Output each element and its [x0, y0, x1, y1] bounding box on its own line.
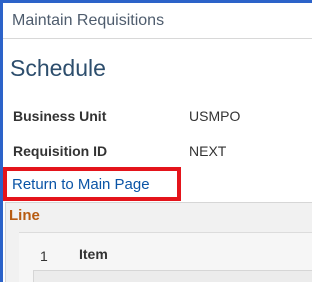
business-unit-value: USMPO [189, 108, 241, 124]
requisition-id-value: NEXT [189, 143, 227, 159]
item-column-header: Item [79, 246, 108, 262]
line-section-title: Line [9, 207, 40, 224]
line-grid-row [33, 270, 312, 282]
line-row-number: 1 [40, 248, 48, 264]
requisition-id-label: Requisition ID [13, 143, 108, 159]
return-to-main-page-link[interactable]: Return to Main Page [12, 176, 150, 193]
breadcrumb[interactable]: Maintain Requisitions [12, 12, 164, 30]
business-unit-label: Business Unit [13, 108, 107, 124]
page-title: Schedule [10, 55, 106, 81]
breadcrumb-bar: Maintain Requisitions [3, 3, 312, 39]
